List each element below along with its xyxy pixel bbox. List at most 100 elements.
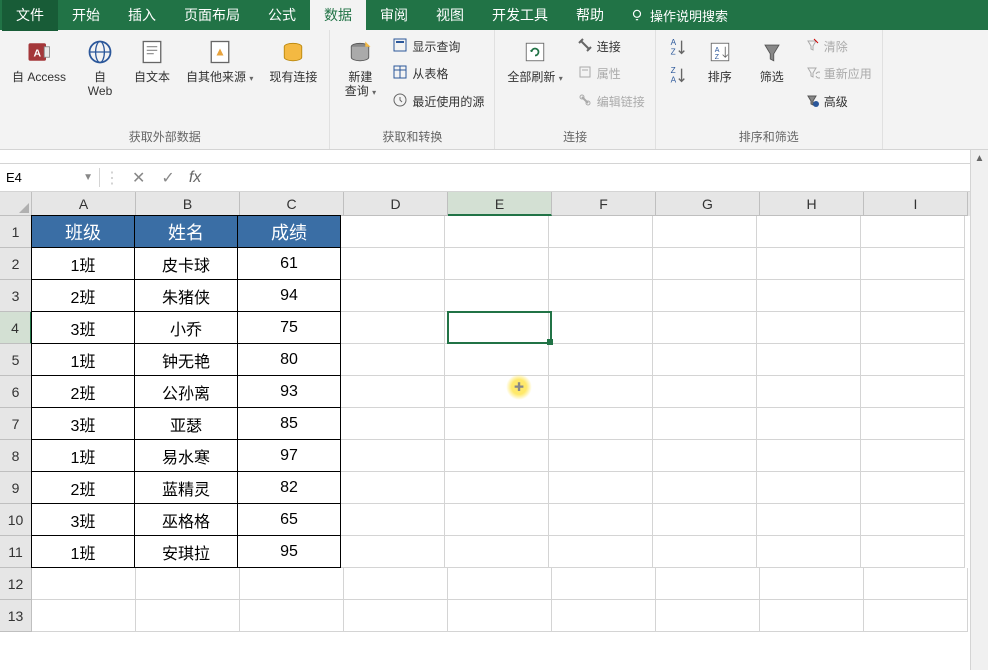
cell-D8[interactable] xyxy=(341,440,445,472)
cell-G12[interactable] xyxy=(656,568,760,600)
cell-D7[interactable] xyxy=(341,408,445,440)
cell-I7[interactable] xyxy=(861,408,965,440)
cell-F13[interactable] xyxy=(552,600,656,632)
cell-B1[interactable]: 姓名 xyxy=(134,215,238,248)
cell-A2[interactable]: 1班 xyxy=(31,247,135,280)
connections-button[interactable]: 连接 xyxy=(573,35,649,58)
text-button[interactable]: 自文本 xyxy=(128,34,176,86)
cell-D9[interactable] xyxy=(341,472,445,504)
existing-conn-button[interactable]: 现有连接 xyxy=(263,34,323,86)
cell-C10[interactable]: 65 xyxy=(237,503,341,536)
other-source-button[interactable]: 自其他来源 ▾ xyxy=(180,34,259,86)
row-header-10[interactable]: 10 xyxy=(0,504,32,536)
accept-formula-icon[interactable]: ✓ xyxy=(153,168,182,188)
row-header-6[interactable]: 6 xyxy=(0,376,32,408)
cell-E12[interactable] xyxy=(448,568,552,600)
column-header-H[interactable]: H xyxy=(760,192,864,216)
scroll-up-icon[interactable]: ▲ xyxy=(971,150,988,168)
cell-G2[interactable] xyxy=(653,248,757,280)
cell-E10[interactable] xyxy=(445,504,549,536)
cell-D11[interactable] xyxy=(341,536,445,568)
cell-G9[interactable] xyxy=(653,472,757,504)
refresh-all-button[interactable]: 全部刷新 ▾ xyxy=(501,34,568,86)
access-button[interactable]: A自 Access xyxy=(6,34,72,86)
row-header-12[interactable]: 12 xyxy=(0,568,32,600)
cell-G5[interactable] xyxy=(653,344,757,376)
cell-I1[interactable] xyxy=(861,216,965,248)
menu-item-8[interactable]: 开发工具 xyxy=(478,0,562,31)
cell-grid[interactable]: 班级姓名成绩1班皮卡球612班朱猪侠943班小乔751班钟无艳802班公孙离93… xyxy=(32,216,968,632)
cell-F9[interactable] xyxy=(549,472,653,504)
cell-A7[interactable]: 3班 xyxy=(31,407,135,440)
column-header-F[interactable]: F xyxy=(552,192,656,216)
cell-F7[interactable] xyxy=(549,408,653,440)
row-header-11[interactable]: 11 xyxy=(0,536,32,568)
cell-F1[interactable] xyxy=(549,216,653,248)
cell-D5[interactable] xyxy=(341,344,445,376)
row-header-9[interactable]: 9 xyxy=(0,472,32,504)
row-header-3[interactable]: 3 xyxy=(0,280,32,312)
cell-D3[interactable] xyxy=(341,280,445,312)
cell-I5[interactable] xyxy=(861,344,965,376)
cell-D4[interactable] xyxy=(341,312,445,344)
cell-I13[interactable] xyxy=(864,600,968,632)
cell-I3[interactable] xyxy=(861,280,965,312)
cell-B13[interactable] xyxy=(136,600,240,632)
cell-F8[interactable] xyxy=(549,440,653,472)
menu-item-3[interactable]: 页面布局 xyxy=(170,0,254,31)
cell-F4[interactable] xyxy=(549,312,653,344)
menu-item-7[interactable]: 视图 xyxy=(422,0,478,31)
menu-item-0[interactable]: 文件 xyxy=(2,0,58,31)
cell-B8[interactable]: 易水寒 xyxy=(134,439,238,472)
cell-H10[interactable] xyxy=(757,504,861,536)
row-header-7[interactable]: 7 xyxy=(0,408,32,440)
vertical-scrollbar[interactable]: ▲ xyxy=(970,150,988,670)
cell-H11[interactable] xyxy=(757,536,861,568)
cell-C4[interactable]: 75 xyxy=(237,311,341,344)
advanced-button[interactable]: 高级 xyxy=(800,90,876,113)
cell-F12[interactable] xyxy=(552,568,656,600)
menu-item-1[interactable]: 开始 xyxy=(58,0,114,31)
column-header-E[interactable]: E xyxy=(448,192,552,216)
menu-item-4[interactable]: 公式 xyxy=(254,0,310,31)
row-header-13[interactable]: 13 xyxy=(0,600,32,632)
cell-D13[interactable] xyxy=(344,600,448,632)
cell-A1[interactable]: 班级 xyxy=(31,215,135,248)
cell-E2[interactable] xyxy=(445,248,549,280)
fx-icon[interactable]: fx xyxy=(183,169,207,187)
cell-D12[interactable] xyxy=(344,568,448,600)
new-query-button[interactable]: 新建查询 ▾ xyxy=(336,34,384,101)
cell-B4[interactable]: 小乔 xyxy=(134,311,238,344)
cell-F11[interactable] xyxy=(549,536,653,568)
cell-I6[interactable] xyxy=(861,376,965,408)
cell-B11[interactable]: 安琪拉 xyxy=(134,535,238,568)
cell-H12[interactable] xyxy=(760,568,864,600)
cell-F6[interactable] xyxy=(549,376,653,408)
sort-button[interactable]: AZ排序 xyxy=(696,34,744,86)
cell-D2[interactable] xyxy=(341,248,445,280)
cell-G10[interactable] xyxy=(653,504,757,536)
menu-item-9[interactable]: 帮助 xyxy=(562,0,618,31)
menu-item-2[interactable]: 插入 xyxy=(114,0,170,31)
row-header-4[interactable]: 4 xyxy=(0,312,32,344)
cell-B7[interactable]: 亚瑟 xyxy=(134,407,238,440)
cell-B5[interactable]: 钟无艳 xyxy=(134,343,238,376)
cell-C12[interactable] xyxy=(240,568,344,600)
column-header-B[interactable]: B xyxy=(136,192,240,216)
web-button[interactable]: 自Web xyxy=(76,34,124,101)
cell-E6[interactable] xyxy=(445,376,549,408)
cell-G4[interactable] xyxy=(653,312,757,344)
cell-F3[interactable] xyxy=(549,280,653,312)
cell-A5[interactable]: 1班 xyxy=(31,343,135,376)
cell-I4[interactable] xyxy=(861,312,965,344)
row-header-8[interactable]: 8 xyxy=(0,440,32,472)
row-header-5[interactable]: 5 xyxy=(0,344,32,376)
cell-C11[interactable]: 95 xyxy=(237,535,341,568)
cell-E11[interactable] xyxy=(445,536,549,568)
cell-G8[interactable] xyxy=(653,440,757,472)
formula-input[interactable] xyxy=(207,168,988,187)
column-header-G[interactable]: G xyxy=(656,192,760,216)
cell-E4[interactable] xyxy=(445,312,549,344)
cell-I12[interactable] xyxy=(864,568,968,600)
cell-A11[interactable]: 1班 xyxy=(31,535,135,568)
